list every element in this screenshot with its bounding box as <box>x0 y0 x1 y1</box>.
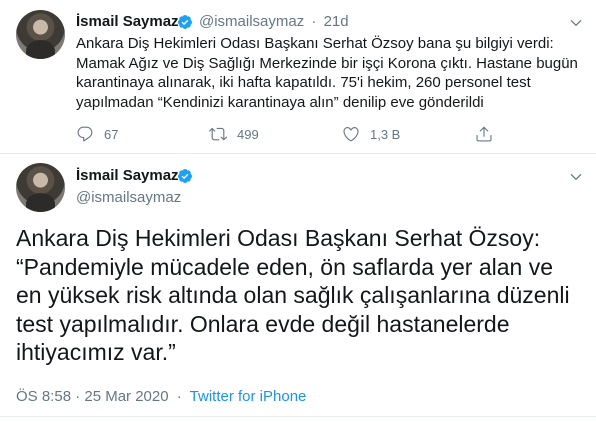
handle-text[interactable]: @ismailsaymaz <box>199 13 304 30</box>
meta-divider <box>0 416 596 417</box>
reply-icon <box>77 126 93 142</box>
tweet-divider <box>0 153 596 154</box>
verified-badge-icon <box>177 15 192 29</box>
tweet-time[interactable]: 21d <box>324 13 349 30</box>
separator-dot: · <box>176 388 182 405</box>
retweet-icon <box>209 127 227 141</box>
tweet-source-link[interactable]: Twitter for iPhone <box>190 388 307 405</box>
retweet-action[interactable]: 499 <box>209 125 259 143</box>
author-handle[interactable]: @ismailsaymaz · 21d <box>199 13 349 30</box>
tweet-text: Ankara Diş Hekimleri Odası Başkanı Serha… <box>16 225 570 365</box>
like-count: 1,3 B <box>370 126 401 142</box>
separator-dot: · <box>311 13 317 30</box>
reply-count: 67 <box>104 126 119 142</box>
share-icon <box>476 126 492 142</box>
tweet-timestamp[interactable]: ÖS 8:58 · 25 Mar 2020 <box>16 388 169 405</box>
avatar[interactable] <box>16 10 65 59</box>
chevron-down-icon[interactable] <box>569 16 583 30</box>
heart-icon <box>343 127 359 142</box>
tweet-meta: ÖS 8:58 · 25 Mar 2020 · Twitter for iPho… <box>16 388 306 405</box>
tweet-text: Ankara Diş Hekimleri Odası Başkanı Serha… <box>76 35 578 111</box>
like-action[interactable]: 1,3 B <box>342 125 400 143</box>
verified-badge-icon <box>177 169 192 183</box>
author-handle[interactable]: @ismailsaymaz <box>76 189 181 206</box>
retweet-count: 499 <box>237 126 259 142</box>
share-action[interactable] <box>475 125 503 143</box>
chevron-down-icon[interactable] <box>569 170 583 184</box>
author-name[interactable]: İsmail Saymaz <box>76 167 179 184</box>
avatar[interactable] <box>16 163 65 212</box>
author-name[interactable]: İsmail Saymaz <box>76 13 179 30</box>
reply-action[interactable]: 67 <box>76 125 118 143</box>
